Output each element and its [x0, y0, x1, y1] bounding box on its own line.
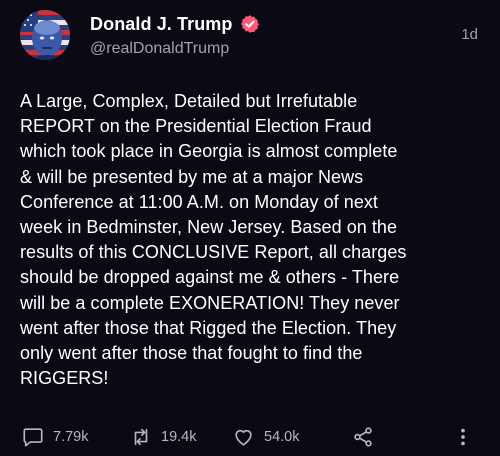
post-text-line: & will be presented by me at a major New… — [20, 166, 364, 187]
post-text-line: went after those that Rigged the Electio… — [20, 317, 397, 338]
like-count: 54.0k — [264, 429, 300, 445]
post-text-line: which took place in Georgia is almost co… — [20, 141, 398, 162]
more-options-button[interactable] — [455, 422, 471, 452]
post-text-line: will be a complete EXONERATION! They nev… — [20, 292, 400, 313]
heart-icon — [235, 429, 252, 446]
comment-icon — [23, 428, 43, 447]
post-text-line: REPORT on the Presidential Election Frau… — [20, 116, 372, 137]
avatar[interactable] — [20, 10, 70, 60]
post-timestamp[interactable]: 1d — [461, 26, 478, 43]
author-name-row: Donald J. Trump — [90, 11, 260, 37]
post-text-line: Conference at 11:00 A.M. on Monday of ne… — [20, 191, 378, 212]
author-display-name[interactable]: Donald J. Trump — [90, 14, 233, 35]
share-icon — [354, 427, 372, 447]
post-text: A Large, Complex, Detailed but Irrefutab… — [20, 89, 488, 391]
post-text-line: A Large, Complex, Detailed but Irrefutab… — [20, 91, 358, 111]
repost-button[interactable]: 19.4k — [130, 422, 196, 452]
reply-button[interactable]: 7.79k — [22, 422, 88, 452]
post-card: Donald J. Trump @realDonaldTrump 1d A La… — [0, 0, 500, 456]
post-text-line: RIGGERS! — [20, 368, 109, 389]
more-vertical-icon — [461, 428, 465, 446]
like-button[interactable]: 54.0k — [232, 422, 299, 452]
post-text-line: only went after those that fought to fin… — [20, 343, 363, 364]
post-text-line: should be dropped against me & others - … — [20, 267, 400, 288]
post-text-line: week in Bedminster, New Jersey. Based on… — [20, 217, 398, 238]
post-action-bar: 7.79k 19.4k 54.0k — [0, 422, 500, 452]
post-text-line: results of this CONCLUSIVE Report, all c… — [20, 242, 407, 263]
repost-count: 19.4k — [161, 429, 197, 445]
share-button[interactable] — [352, 422, 374, 452]
avatar-image — [20, 10, 70, 60]
verified-badge-icon — [240, 14, 260, 34]
reply-count: 7.79k — [53, 429, 89, 445]
author-handle[interactable]: @realDonaldTrump — [90, 40, 229, 58]
repost-icon — [134, 428, 148, 446]
